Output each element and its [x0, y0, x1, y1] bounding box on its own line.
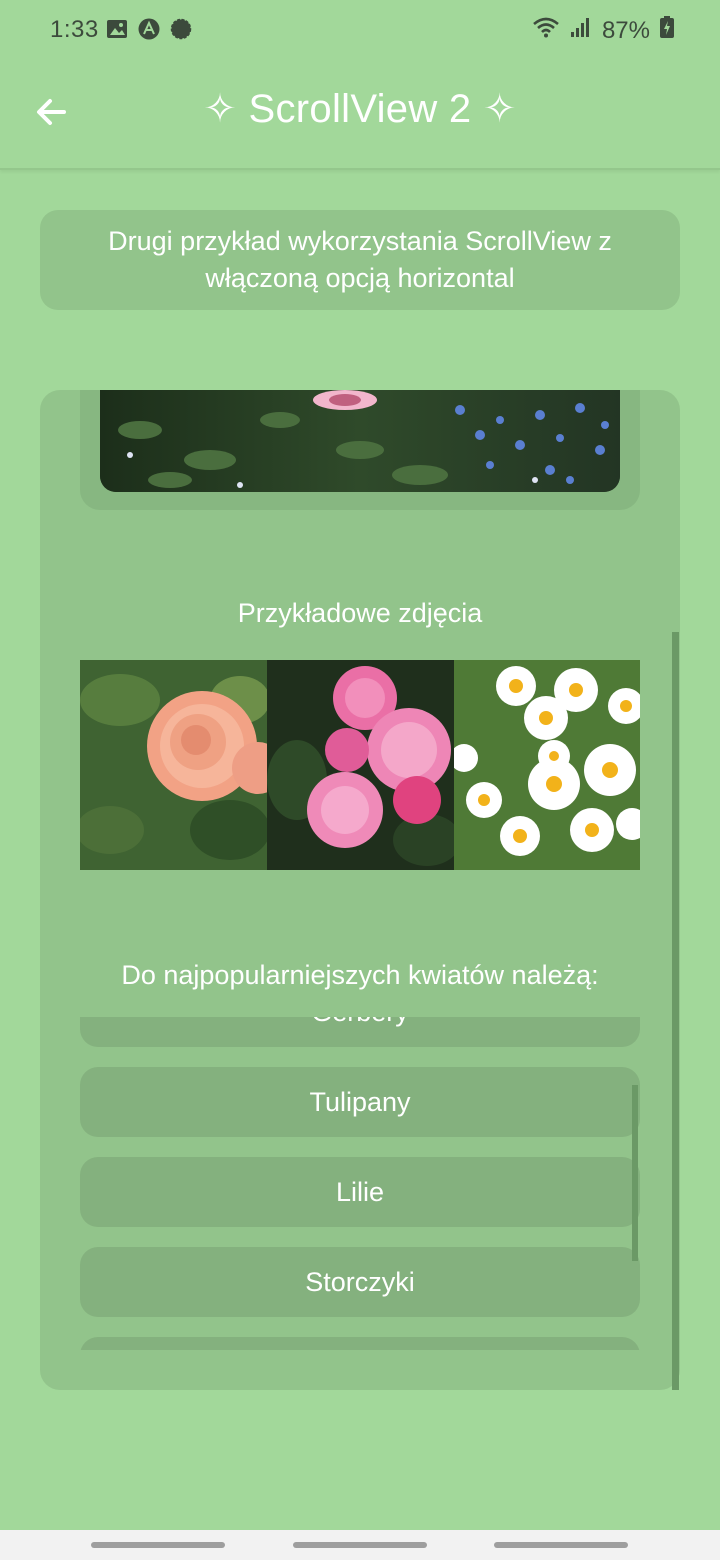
cell-signal-icon: [570, 16, 592, 45]
status-right: 87%: [532, 16, 674, 45]
peach-rose-photo: [80, 660, 284, 870]
list-item[interactable]: [80, 1337, 640, 1350]
app-bar: ✧ ScrollView 2 ✧: [0, 60, 720, 170]
recents-button[interactable]: [91, 1542, 225, 1548]
flowers-list[interactable]: Gerbery Tulipany Lilie Storczyki: [80, 1017, 640, 1350]
list-scrollbar[interactable]: [632, 1085, 638, 1261]
clock: 1:33: [50, 16, 99, 43]
page-title: ✧ ScrollView 2 ✧: [203, 87, 517, 131]
list-item-label: Tulipany: [309, 1086, 411, 1117]
pink-roses-photo: [267, 660, 461, 870]
a-logo-icon: [138, 18, 160, 40]
battery-percent: 87%: [601, 16, 650, 44]
signal-app-icon: [170, 18, 192, 40]
main-scroll-view[interactable]: Przykładowe zdjęcia Do najpopularniejszy…: [40, 390, 680, 1390]
list-item-label: Storczyki: [305, 1266, 415, 1297]
list-item[interactable]: Tulipany: [80, 1067, 640, 1137]
list-item[interactable]: Lilie: [80, 1157, 640, 1227]
list-item-label: Gerbery: [311, 1017, 409, 1028]
battery-icon: [660, 16, 674, 45]
flowers-label: Do najpopularniejszych kwiatów należą:: [121, 960, 599, 990]
list-item-label: Lilie: [335, 1176, 385, 1207]
garden-photo: [100, 390, 620, 492]
info-text: Drugi przykład wykorzystania ScrollView …: [108, 226, 612, 293]
horizontal-gallery[interactable]: [80, 660, 640, 870]
system-nav-bar: [0, 1530, 720, 1560]
gallery-label: Przykładowe zdjęcia: [237, 598, 483, 628]
status-bar: 1:33 87%: [0, 0, 720, 60]
back-nav-button[interactable]: [494, 1542, 628, 1548]
home-button[interactable]: [293, 1542, 427, 1548]
info-card: Drugi przykład wykorzystania ScrollView …: [40, 210, 680, 310]
list-item[interactable]: Gerbery: [80, 1017, 640, 1047]
daisies-photo: [450, 660, 640, 870]
top-photo-card: [80, 390, 640, 510]
image-icon: [106, 18, 128, 40]
main-scrollbar[interactable]: [672, 632, 679, 1390]
wifi-icon: [532, 16, 560, 45]
notification-icons: [106, 18, 192, 40]
list-item[interactable]: Storczyki: [80, 1247, 640, 1317]
